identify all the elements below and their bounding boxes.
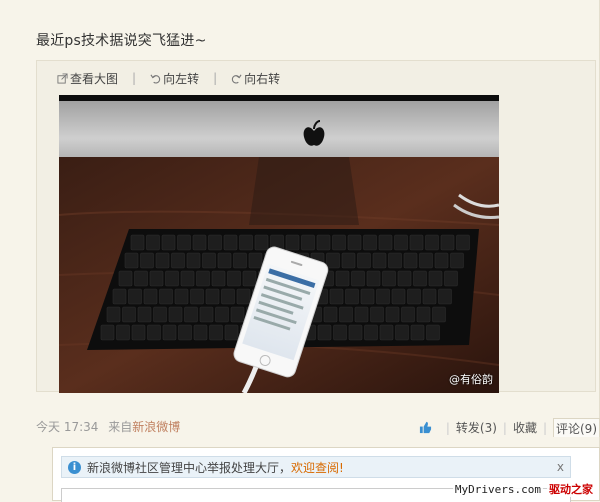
- brand-chinese: 驱动之家: [547, 481, 595, 497]
- favorite-button[interactable]: 收藏: [513, 419, 537, 436]
- rotate-right-label: 向右转: [244, 71, 281, 86]
- toolbar-separator: |: [213, 71, 218, 85]
- photo-watermark: @有俗韵: [449, 373, 493, 386]
- repost-button[interactable]: 转发(3): [456, 419, 497, 436]
- comment-button[interactable]: 评论(9): [553, 418, 600, 437]
- media-toolbar: 查看大图 | 向左转 | 向右转: [57, 69, 280, 87]
- rotate-left-button[interactable]: 向左转: [150, 70, 199, 87]
- post-meta-row: 今天 17:34 来自新浪微博 | 转发(3) | 收藏 | 评论(9): [36, 418, 600, 437]
- brand-english: MyDrivers.com: [452, 482, 543, 496]
- info-icon: i: [68, 460, 81, 474]
- post-text: 最近ps技术据说突飞猛进~: [36, 33, 207, 49]
- weibo-post-card: 最近ps技术据说突飞猛进~ 查看大图 | 向左转 | 向右转 @有俗韵 今天 1…: [0, 0, 600, 502]
- source-link[interactable]: 新浪微博: [132, 420, 180, 434]
- media-box: 查看大图 | 向左转 | 向右转 @有俗韵: [36, 60, 596, 393]
- like-thumb-icon[interactable]: [419, 421, 432, 434]
- post-time[interactable]: 今天 17:34: [36, 420, 98, 434]
- post-photo[interactable]: @有俗韵: [59, 95, 499, 393]
- rotate-right-icon: [232, 74, 242, 84]
- from-label: 来自: [108, 420, 133, 434]
- close-icon[interactable]: x: [557, 460, 564, 474]
- action-separator: |: [445, 420, 450, 435]
- rotate-left-icon: [150, 74, 161, 84]
- view-large-button[interactable]: 查看大图: [57, 70, 118, 87]
- action-separator: |: [542, 420, 547, 435]
- toolbar-separator: |: [132, 71, 137, 85]
- external-link-icon: [57, 72, 68, 84]
- rotate-left-label: 向左转: [163, 71, 200, 86]
- photo-illustration: [59, 95, 499, 393]
- rotate-right-button[interactable]: 向右转: [231, 70, 280, 87]
- site-brand-watermark: MyDrivers.com 驱动之家: [452, 481, 595, 497]
- notice-text: 新浪微博社区管理中心举报处理大厅，: [87, 460, 292, 475]
- post-meta-left: 今天 17:34 来自新浪微博: [36, 418, 180, 435]
- view-large-label: 查看大图: [70, 71, 119, 86]
- action-separator: |: [502, 420, 507, 435]
- post-actions: | 转发(3) | 收藏 | 评论(9): [419, 418, 600, 437]
- report-notice: i 新浪微博社区管理中心举报处理大厅， 欢迎查阅! x: [61, 456, 571, 478]
- notice-link[interactable]: 欢迎查阅!: [291, 459, 344, 476]
